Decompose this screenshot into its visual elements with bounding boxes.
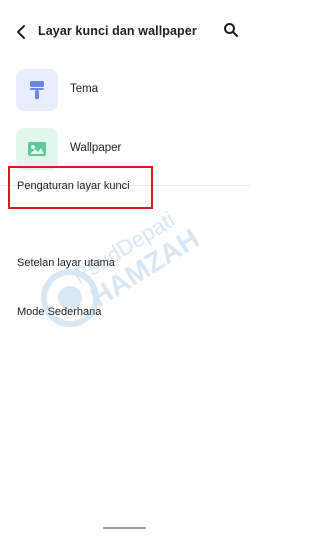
setting-pengaturan-layar-kunci[interactable]: Pengaturan layar kunci — [0, 168, 250, 208]
tema-label: Tema — [70, 83, 99, 95]
chevron-left-icon[interactable] — [14, 23, 28, 41]
tema-icon-box — [16, 69, 58, 111]
page-title: Layar kunci dan wallpaper — [38, 24, 197, 38]
list-item-tema[interactable]: Tema — [0, 69, 250, 111]
setting-label: Mode Sederhana — [17, 306, 102, 318]
top-bar: Layar kunci dan wallpaper — [0, 0, 250, 62]
wallpaper-icon-box — [16, 128, 58, 170]
wallpaper-label: Wallpaper — [70, 142, 122, 154]
home-indicator[interactable] — [103, 527, 146, 529]
paint-roller-icon — [30, 81, 44, 99]
list-item-wallpaper[interactable]: Wallpaper — [0, 128, 250, 170]
setting-label: Pengaturan layar kunci — [17, 180, 130, 192]
setting-label: Setelan layar utama — [17, 257, 115, 269]
image-icon — [28, 142, 46, 156]
search-icon[interactable] — [223, 22, 239, 38]
setting-mode-sederhana[interactable]: Mode Sederhana — [0, 294, 250, 334]
setting-setelan-layar-utama[interactable]: Setelan layar utama — [0, 245, 250, 285]
